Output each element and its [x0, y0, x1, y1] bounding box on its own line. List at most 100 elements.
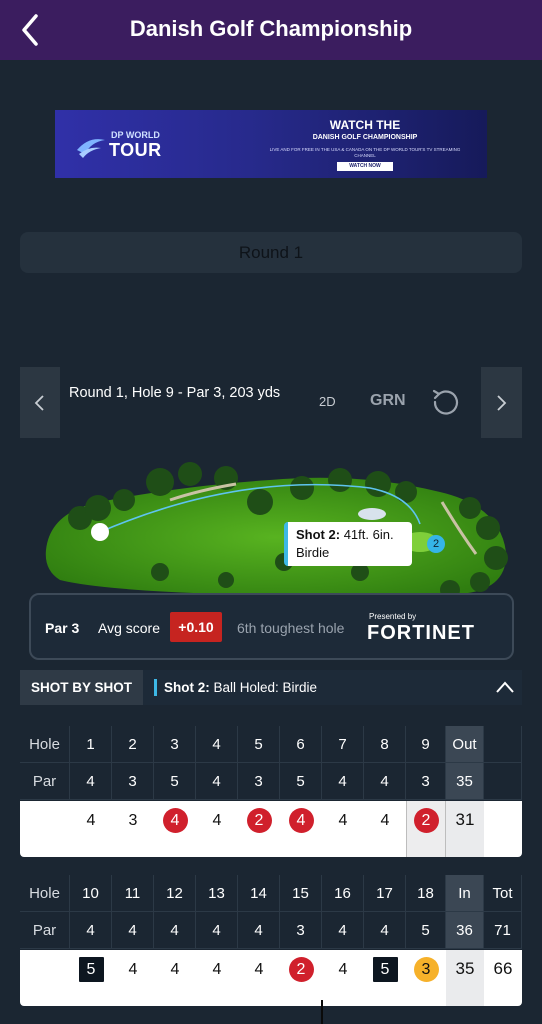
- scorecard-cell: 2: [280, 950, 322, 1006]
- shot-callout-title: Shot 2:: [296, 527, 341, 542]
- scorecard-cell: 4: [112, 912, 154, 949]
- scorecard-cell[interactable]: 9: [406, 726, 446, 763]
- par-score: 4: [338, 812, 348, 829]
- chevron-left-icon: [34, 395, 44, 411]
- scorecard-cell: 4: [196, 763, 238, 800]
- scorecard-cell[interactable]: 17: [364, 875, 406, 912]
- birdie-score: 4: [162, 808, 188, 833]
- ad-event: DANISH GOLF CHAMPIONSHIP: [312, 134, 418, 141]
- scorecard-cell[interactable]: 5: [238, 726, 280, 763]
- shot-by-shot-bar[interactable]: SHOT BY SHOT Shot 2: Ball Holed: Birdie: [20, 670, 522, 705]
- scorecard-cell: 5: [70, 950, 112, 1006]
- shot-accent: [154, 679, 157, 696]
- next-hole-button[interactable]: [481, 367, 522, 438]
- top-bar: Danish Golf Championship: [0, 0, 542, 60]
- replay-button[interactable]: [430, 386, 460, 416]
- scorecard-row-label: Hole: [20, 726, 70, 763]
- scorecard-cell[interactable]: 7: [322, 726, 364, 763]
- scorecard-hole-row: Hole 10 11 12 13 14 15 16 17 18 In Tot: [20, 875, 522, 912]
- sponsor-prefix: Presented by: [369, 612, 417, 621]
- scorecard-cell: 4: [322, 763, 364, 800]
- shot-by-shot-tab[interactable]: SHOT BY SHOT: [20, 670, 143, 705]
- scorecard-total-cell: Out: [446, 726, 484, 763]
- scorecard-cell[interactable]: 14: [238, 875, 280, 912]
- scorecard-cell[interactable]: 10: [70, 875, 112, 912]
- ad-logo-top: DP WORLD: [111, 130, 160, 140]
- replay-icon: [432, 389, 459, 415]
- shot-number-marker[interactable]: 2: [427, 535, 445, 553]
- scorecard-total-cell: In: [446, 875, 484, 912]
- scorecard-row-label: Par: [20, 763, 70, 800]
- scorecard-cell[interactable]: 2: [112, 726, 154, 763]
- chevron-right-icon: [497, 395, 507, 411]
- scorecard-grand-total-cell: 66: [493, 959, 513, 978]
- chevron-up-icon[interactable]: [495, 679, 515, 695]
- scorecard-score-row: 4 3 4 4 2 4 4 4 2 31: [20, 801, 522, 857]
- scorecard-row-label: Par: [20, 912, 70, 949]
- hole-map[interactable]: [40, 462, 512, 602]
- scorecard-cell[interactable]: 3: [154, 726, 196, 763]
- shot-callout[interactable]: Shot 2: 41ft. 6in. Birdie: [284, 522, 412, 566]
- hole-info: Round 1, Hole 9 - Par 3, 203 yds: [69, 385, 281, 401]
- par-score: 4: [212, 812, 222, 829]
- birdie-score: 2: [246, 808, 272, 833]
- ad-subtext: LIVE AND FOR FREE IN THE USA & CANADA ON…: [269, 147, 461, 158]
- scorecard-cell[interactable]: 18: [406, 875, 446, 912]
- scorecard-cell[interactable]: 4: [196, 726, 238, 763]
- birdie-score: 2: [288, 957, 314, 982]
- avg-score-label: Avg score: [98, 620, 160, 636]
- par-score: 4: [212, 961, 222, 978]
- scorecard-row-label: [20, 950, 70, 1006]
- scorecard-cell[interactable]: 12: [154, 875, 196, 912]
- scorecard-cell: 4: [70, 801, 112, 857]
- par-score: 4: [128, 961, 138, 978]
- scorecard-cell: 3: [112, 763, 154, 800]
- scorecard-par-row: Par 4 3 5 4 3 5 4 4 3 35: [20, 763, 522, 800]
- hole-stats-bar: Par 3 Avg score +0.10 6th toughest hole …: [29, 593, 514, 660]
- scorecard-cell[interactable]: 11: [112, 875, 154, 912]
- view-2d-button[interactable]: 2D: [319, 394, 336, 409]
- scorecard-cell: 4: [322, 950, 364, 1006]
- scorecard-cell: 3: [280, 912, 322, 949]
- previous-hole-button[interactable]: [20, 367, 60, 438]
- bogey-score: 5: [78, 957, 104, 982]
- ad-banner[interactable]: DP WORLD TOUR WATCH THE DANISH GOLF CHAM…: [55, 110, 487, 178]
- scorecard-cell: 5: [364, 950, 406, 1006]
- scorecard-cell[interactable]: 1: [70, 726, 112, 763]
- scorecard-grand-total-cell: [484, 801, 522, 857]
- scorecard-cell: 4: [70, 912, 112, 949]
- shot-callout-result: Birdie: [296, 545, 330, 560]
- scorecard-cell[interactable]: 8: [364, 726, 406, 763]
- scorecard-cell: 5: [406, 912, 446, 949]
- ad-logo-main: TOUR: [109, 140, 162, 160]
- hole-header: Round 1, Hole 9 - Par 3, 203 yds 2D GRN: [20, 367, 522, 438]
- scorecard-cell: 4: [154, 912, 196, 949]
- par-score: 3: [128, 812, 138, 829]
- round-selector[interactable]: Round 1: [20, 232, 522, 273]
- scorecard-cell: 2: [238, 801, 280, 857]
- par-score: 4: [170, 961, 180, 978]
- shot-callout-distance: 41ft. 6in.: [343, 527, 394, 542]
- scorecard-row-label: [20, 801, 70, 857]
- scorecard-cell[interactable]: 13: [196, 875, 238, 912]
- scorecard-cell: 4: [364, 763, 406, 800]
- scorecard-grand-total-cell: 71: [484, 912, 522, 949]
- ad-cta-button[interactable]: WATCH NOW: [337, 162, 393, 171]
- birdie-score: 4: [288, 808, 314, 833]
- eagle-score: 3: [413, 957, 439, 982]
- scorecard-total-cell: 31: [446, 801, 484, 857]
- shot-summary-text: Ball Holed: Birdie: [213, 680, 318, 695]
- scorecard-cell: 4: [154, 801, 196, 857]
- scorecard-total-cell: 35: [446, 763, 484, 800]
- scorecard-cell[interactable]: 6: [280, 726, 322, 763]
- scorecard-score-row: 5 4 4 4 4 2 4 5 3 35 66: [20, 950, 522, 1006]
- birdie-score: 2: [413, 808, 439, 833]
- avg-score-badge: +0.10: [170, 612, 222, 642]
- view-green-button[interactable]: GRN: [370, 392, 406, 410]
- scorecard-total-cell: 35: [446, 950, 484, 1006]
- scorecard-cell: 4: [364, 912, 406, 949]
- scorecard-cell: 4: [322, 912, 364, 949]
- scorecard-row-label: Hole: [20, 875, 70, 912]
- scorecard-cell[interactable]: 15: [280, 875, 322, 912]
- scorecard-cell[interactable]: 16: [322, 875, 364, 912]
